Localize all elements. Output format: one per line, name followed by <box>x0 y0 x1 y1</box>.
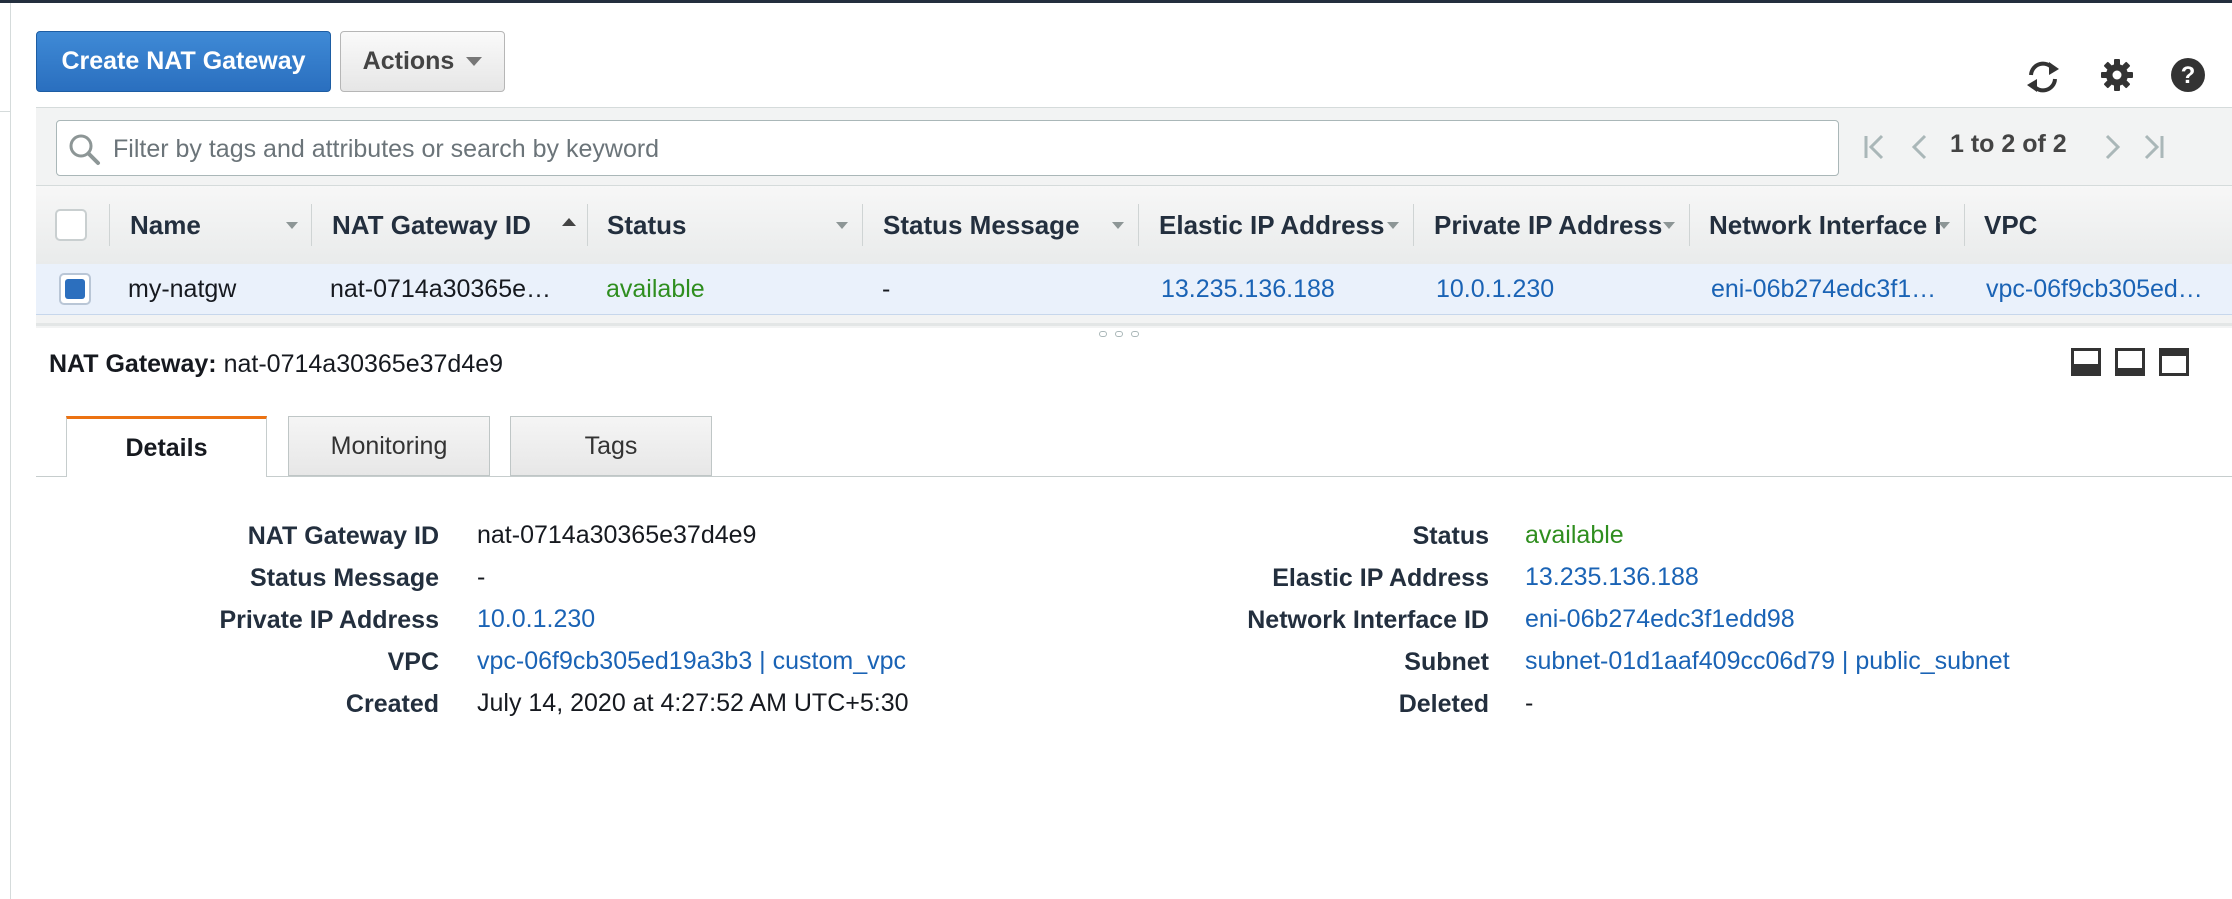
column-header-nat-gateway-id[interactable]: NAT Gateway ID <box>332 186 531 264</box>
value-subnet-link[interactable]: subnet-01d1aaf409cc06d79 | public_subnet <box>1525 647 2010 676</box>
value-created: July 14, 2020 at 4:27:52 AM UTC+5:30 <box>477 689 909 717</box>
sort-caret-icon[interactable] <box>286 222 298 229</box>
left-nav-edge <box>0 3 11 899</box>
first-page-icon[interactable] <box>1860 127 1890 167</box>
sort-caret-icon[interactable] <box>1663 222 1675 229</box>
label-status-message: Status Message <box>250 564 439 592</box>
label-nat-gateway-id: NAT Gateway ID <box>247 522 439 550</box>
panel-resize-handle[interactable] <box>36 323 2232 326</box>
cell-status: available <box>606 274 705 303</box>
search-input[interactable] <box>111 121 1815 177</box>
select-all-checkbox[interactable] <box>55 209 87 241</box>
refresh-icon[interactable] <box>2023 57 2063 97</box>
help-icon[interactable]: ? <box>2168 55 2208 95</box>
value-status: available <box>1525 521 1624 549</box>
label-created: Created <box>345 690 439 718</box>
table-header: Name NAT Gateway ID Status Status Messag… <box>36 185 2232 265</box>
detail-title: NAT Gateway: nat-0714a30365e37d4e9 <box>49 350 504 378</box>
column-header-status-message[interactable]: Status Message <box>883 186 1080 264</box>
layout-split-pane-icon[interactable] <box>2115 348 2145 376</box>
layout-bottom-pane-icon[interactable] <box>2071 348 2101 376</box>
value-network-interface-link[interactable]: eni-06b274edc3f1edd98 <box>1525 605 1795 634</box>
actions-dropdown-button[interactable]: Actions <box>340 31 505 92</box>
resize-grip-icon <box>1099 331 1107 337</box>
value-private-ip-link[interactable]: 10.0.1.230 <box>477 605 595 634</box>
column-header-status[interactable]: Status <box>607 186 686 264</box>
search-icon <box>67 132 101 166</box>
sort-caret-icon[interactable] <box>1387 222 1399 229</box>
next-page-icon[interactable] <box>2097 127 2127 167</box>
label-vpc: VPC <box>387 648 439 676</box>
cell-network-interface-link[interactable]: eni-06b274edc3f1… <box>1711 264 1936 314</box>
column-header-vpc[interactable]: VPC <box>1984 186 2037 264</box>
previous-page-icon[interactable] <box>1905 127 1935 167</box>
cell-vpc-link[interactable]: vpc-06f9cb305ed… <box>1986 264 2203 314</box>
resize-grip-icon <box>1131 331 1139 337</box>
value-deleted: - <box>1525 689 1534 717</box>
label-private-ip: Private IP Address <box>219 606 439 634</box>
cell-nat-gateway-id: nat-0714a30365e… <box>330 274 552 303</box>
row-checkbox[interactable] <box>59 273 91 305</box>
create-nat-gateway-button[interactable]: Create NAT Gateway <box>36 31 331 92</box>
tab-divider <box>36 476 2232 477</box>
value-nat-gateway-id: nat-0714a30365e37d4e9 <box>477 521 757 549</box>
cell-name: my-natgw <box>128 274 237 303</box>
tab-details[interactable]: Details <box>66 416 267 477</box>
layout-top-pane-icon[interactable] <box>2159 348 2189 376</box>
label-deleted: Deleted <box>1398 690 1489 718</box>
label-elastic-ip: Elastic IP Address <box>1272 564 1489 592</box>
chevron-down-icon <box>466 57 483 66</box>
cell-elastic-ip-link[interactable]: 13.235.136.188 <box>1161 264 1335 314</box>
tab-tags[interactable]: Tags <box>510 416 712 476</box>
pagination-range: 1 to 2 of 2 <box>1950 130 2067 158</box>
gear-icon[interactable] <box>2097 55 2137 95</box>
sort-caret-icon[interactable] <box>1938 222 1950 229</box>
column-header-name[interactable]: Name <box>130 186 201 264</box>
actions-label: Actions <box>362 47 455 75</box>
label-subnet: Subnet <box>1404 648 1489 676</box>
value-status-message: - <box>477 563 486 591</box>
label-network-interface-id: Network Interface ID <box>1247 606 1489 634</box>
top-border <box>0 0 2232 3</box>
search-box[interactable] <box>56 120 1839 177</box>
column-header-network-interface[interactable]: Network Interface I <box>1709 186 1942 264</box>
cell-private-ip-link[interactable]: 10.0.1.230 <box>1436 264 1554 314</box>
last-page-icon[interactable] <box>2138 127 2168 167</box>
column-header-private-ip[interactable]: Private IP Address <box>1434 186 1662 264</box>
resize-grip-icon <box>1115 331 1123 337</box>
sort-ascending-icon[interactable] <box>562 218 576 226</box>
sort-caret-icon[interactable] <box>1112 222 1124 229</box>
value-vpc-link[interactable]: vpc-06f9cb305ed19a3b3 | custom_vpc <box>477 647 906 676</box>
column-header-elastic-ip[interactable]: Elastic IP Address <box>1159 186 1384 264</box>
cell-status-message: - <box>882 274 891 303</box>
table-row[interactable]: my-natgw nat-0714a30365e… available - 13… <box>36 264 2232 315</box>
svg-text:?: ? <box>2181 62 2196 89</box>
sort-caret-icon[interactable] <box>836 222 848 229</box>
label-status: Status <box>1412 522 1489 550</box>
tab-monitoring[interactable]: Monitoring <box>288 416 490 476</box>
value-elastic-ip-link[interactable]: 13.235.136.188 <box>1525 563 1699 592</box>
